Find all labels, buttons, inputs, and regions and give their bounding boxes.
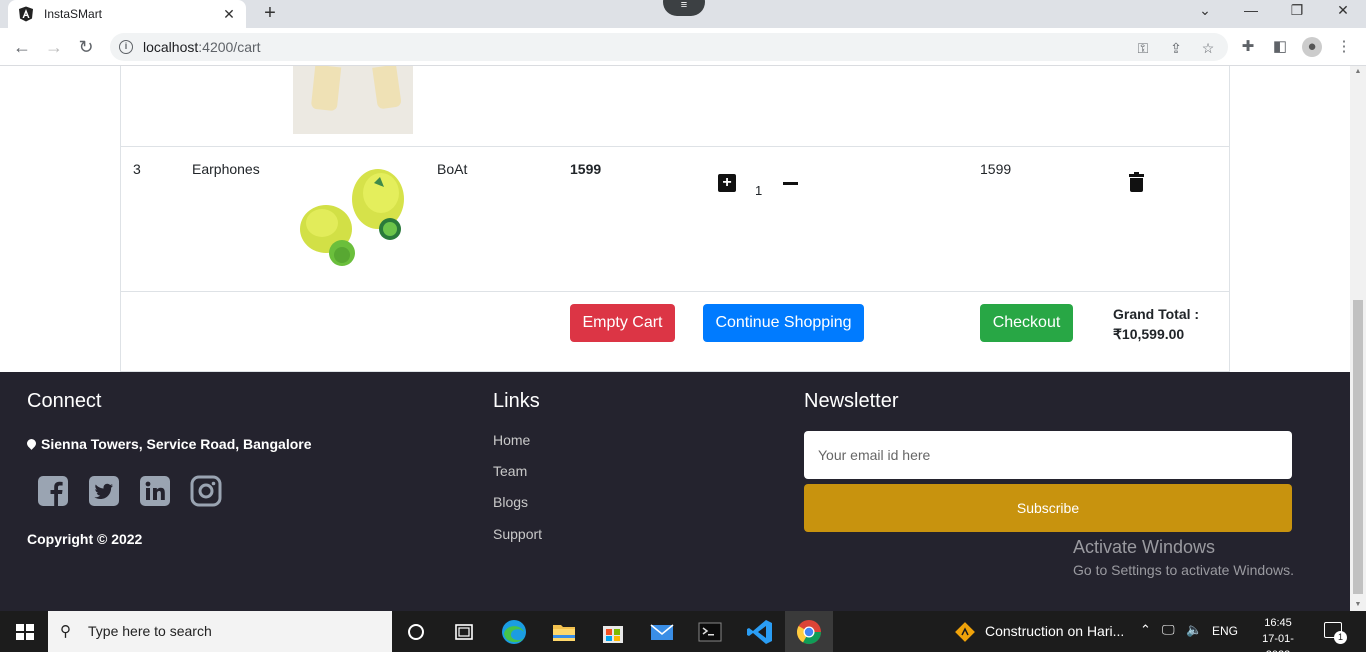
tab-title: InstaSMart [44, 7, 103, 21]
scroll-up-icon[interactable]: ▲ [1350, 66, 1366, 78]
windows-taskbar: ⚲ Type here to search Construction on Ha… [0, 611, 1366, 661]
address: Sienna Towers, Service Road, Bangalore [25, 436, 312, 452]
browser-tab-strip: InstaSMart ✕ + ≡ ⌄ — ❐ ✕ [0, 0, 1366, 28]
row-divider [121, 146, 1229, 147]
copyright: Copyright © 2022 [27, 531, 143, 547]
browser-toolbar: ← → ↻ i localhost:4200/cart ⚿ ⇪ ☆ ✚ ◧ ● … [0, 28, 1366, 66]
grand-total: Grand Total : ₹10,599.00 [1113, 304, 1199, 344]
task-view-icon[interactable] [448, 616, 480, 648]
connect-heading: Connect [27, 390, 102, 412]
profile-icon[interactable]: ● [1302, 37, 1322, 57]
product-brand: BoAt [437, 161, 468, 177]
edge-icon[interactable] [498, 616, 530, 648]
extensions-icon[interactable]: ✚ [1238, 37, 1258, 57]
grand-total-value: ₹10,599.00 [1113, 326, 1185, 342]
page-viewport: 3 Earphones BoAt 1599 + 1 1599 Empty Car… [0, 66, 1350, 611]
taskbar-search-box[interactable]: ⚲ Type here to search [48, 611, 392, 652]
taskbar-search-placeholder: Type here to search [88, 623, 212, 639]
terminal-icon[interactable] [694, 616, 726, 648]
map-marker-icon [25, 437, 38, 450]
links-heading: Links [493, 390, 540, 412]
page-scrollbar[interactable]: ▲ ▼ [1350, 66, 1366, 611]
reload-icon[interactable]: ↻ [74, 35, 98, 59]
angular-icon [19, 6, 33, 22]
continue-shopping-button[interactable]: Continue Shopping [703, 304, 864, 342]
url-path: :4200/cart [198, 39, 261, 55]
close-tab-icon[interactable]: ✕ [220, 5, 238, 23]
back-icon[interactable]: ← [10, 35, 34, 59]
system-clock[interactable]: 16:45 17-01-2023 [1250, 615, 1306, 663]
key-icon[interactable]: ⚿ [1134, 39, 1152, 57]
scroll-down-icon[interactable]: ▼ [1350, 599, 1366, 611]
earphones-image [300, 169, 404, 266]
product-name: Earphones [192, 161, 260, 177]
network-icon[interactable]: 🖵 [1162, 622, 1175, 638]
row-divider [121, 291, 1229, 292]
url-host: localhost [143, 39, 199, 55]
checkout-button[interactable]: Checkout [980, 304, 1073, 342]
footer-link-home[interactable]: Home [493, 432, 530, 448]
row-index: 3 [133, 161, 141, 177]
forward-icon[interactable]: → [42, 35, 66, 59]
close-window-icon[interactable]: ✕ [1320, 0, 1366, 22]
footer-link-team[interactable]: Team [493, 463, 527, 479]
vscode-icon[interactable] [744, 616, 776, 648]
increase-quantity-button[interactable]: + [718, 174, 736, 192]
twitter-icon[interactable] [88, 475, 120, 507]
quantity-value: 1 [755, 183, 763, 198]
microsoft-store-icon[interactable] [597, 616, 629, 648]
facebook-icon[interactable] [37, 475, 69, 507]
notification-count-badge: 1 [1334, 631, 1347, 644]
decrease-quantity-button[interactable] [783, 182, 798, 185]
empty-cart-button[interactable]: Empty Cart [570, 304, 675, 342]
show-hidden-icons-icon[interactable]: ⌃ [1140, 622, 1151, 638]
menu-icon[interactable]: ⋮ [1334, 37, 1354, 57]
search-icon: ⚲ [60, 623, 71, 640]
traffic-alert-icon[interactable] [954, 621, 976, 643]
newsletter-heading: Newsletter [804, 390, 899, 412]
row-subtotal: 1599 [980, 161, 1012, 177]
volume-icon[interactable]: 🔈 [1186, 622, 1202, 638]
watermark-title: Activate Windows [1073, 537, 1216, 557]
address-bar[interactable]: i localhost:4200/cart ⚿ ⇪ ☆ [110, 33, 1228, 61]
windows-start-icon[interactable] [16, 624, 34, 640]
footer-link-blogs[interactable]: Blogs [493, 494, 528, 510]
cortana-icon[interactable] [400, 616, 432, 648]
input-language[interactable]: ENG [1212, 624, 1238, 638]
footer-link-support[interactable]: Support [493, 526, 542, 542]
product-price: 1599 [570, 161, 602, 177]
activate-windows-watermark: Activate Windows Go to Settings to activ… [1073, 537, 1294, 578]
browser-tab[interactable]: InstaSMart ✕ [8, 0, 246, 28]
grand-total-label: Grand Total : [1113, 306, 1200, 322]
linkedin-icon[interactable] [139, 475, 171, 507]
file-explorer-icon[interactable] [548, 616, 580, 648]
bookmark-star-icon[interactable]: ☆ [1199, 39, 1217, 57]
delete-item-icon[interactable] [1129, 172, 1144, 192]
scrollbar-thumb[interactable] [1353, 300, 1363, 594]
instagram-icon[interactable] [190, 475, 222, 507]
share-icon[interactable]: ⇪ [1167, 39, 1185, 57]
subscribe-button[interactable]: Subscribe [804, 484, 1292, 532]
chrome-icon[interactable] [793, 616, 825, 648]
restore-icon[interactable]: ❐ [1274, 0, 1320, 22]
news-ticker[interactable]: Construction on Hari... [985, 623, 1124, 639]
clock-date: 17-01-2023 [1262, 633, 1294, 661]
watermark-subtitle: Go to Settings to activate Windows. [1073, 562, 1294, 578]
mail-icon[interactable] [646, 616, 678, 648]
previous-product-image [293, 66, 413, 134]
new-tab-icon[interactable]: + [258, 2, 282, 26]
minimize-icon[interactable]: — [1228, 0, 1274, 22]
clock-time: 16:45 [1264, 617, 1292, 629]
site-info-icon[interactable]: i [119, 40, 133, 54]
site-footer: Connect Sienna Towers, Service Road, Ban… [0, 372, 1350, 611]
newsletter-email-input[interactable] [804, 431, 1292, 479]
tab-search-icon[interactable]: ≡ [663, 0, 705, 16]
tab-list-chevron-icon[interactable]: ⌄ [1182, 0, 1228, 22]
side-panel-icon[interactable]: ◧ [1270, 37, 1290, 57]
